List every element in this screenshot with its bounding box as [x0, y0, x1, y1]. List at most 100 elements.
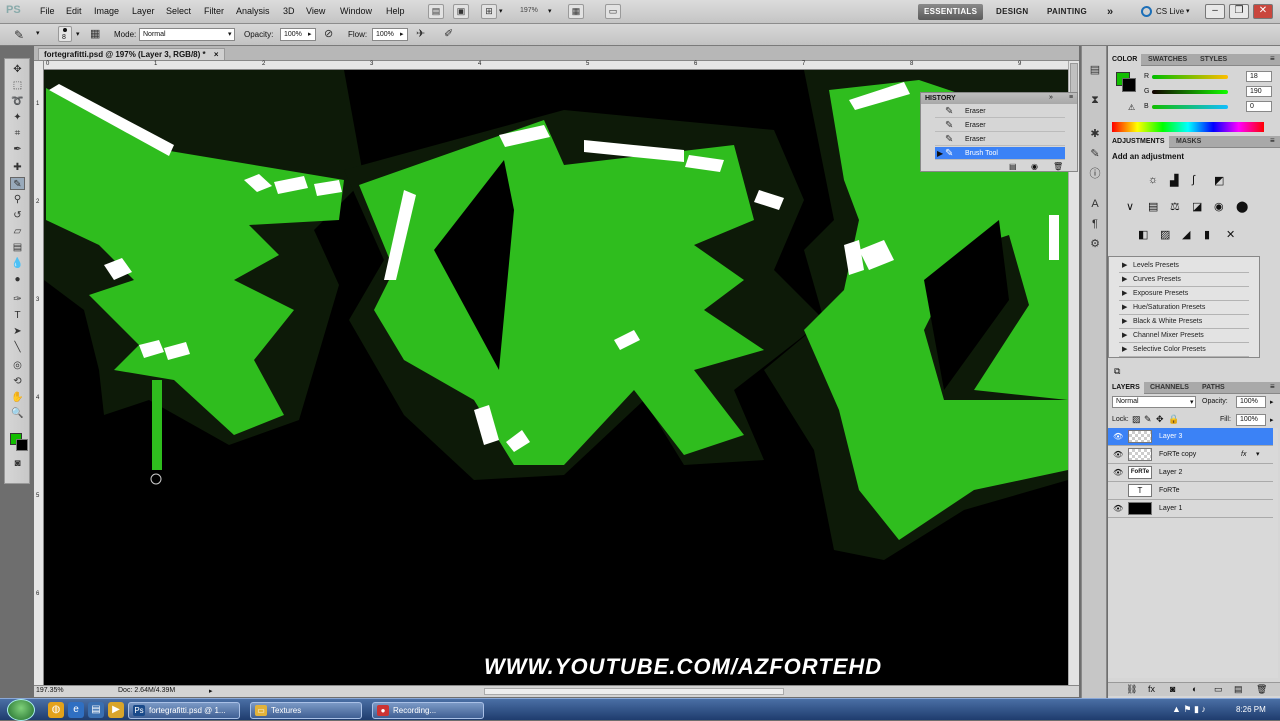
brightness-contrast-icon[interactable]: ☼ [1148, 174, 1158, 186]
arrange-documents-icon[interactable]: ▦ [568, 4, 584, 19]
brush-panel-icon[interactable]: ▦ [90, 27, 100, 40]
curves-icon[interactable]: ∫ [1192, 174, 1195, 186]
layer-name[interactable]: FoRTe [1159, 482, 1180, 500]
tablet-size-icon[interactable]: ✐ [444, 27, 453, 40]
history-icon[interactable]: ⧗ [1087, 92, 1103, 108]
marquee-tool-icon[interactable]: ⬚ [10, 79, 25, 92]
new-adjustment-layer-icon[interactable]: ◐ [1192, 684, 1197, 694]
layer-effects-icon[interactable]: fx [1241, 446, 1246, 464]
menu-analysis[interactable]: Analysis [236, 6, 270, 16]
tab-paths[interactable]: PATHS [1198, 382, 1229, 394]
hue-saturation-icon[interactable]: ▤ [1148, 200, 1158, 213]
lock-pixels-icon[interactable]: ✎ [1144, 414, 1152, 425]
task-photoshop[interactable]: Ps fortegrafitti.psd @ 1... [128, 702, 240, 719]
quick-selection-tool-icon[interactable]: ✦ [10, 111, 25, 124]
menu-filter[interactable]: Filter [204, 6, 224, 16]
workspace-essentials[interactable]: ESSENTIALS [918, 4, 984, 20]
eraser-tool-icon[interactable]: ▱ [10, 225, 25, 238]
screen-mode-icon[interactable]: ▭ [605, 4, 621, 19]
visibility-eye-icon[interactable]: 👁 [1113, 464, 1123, 482]
preset-item[interactable]: ▶ Exposure Presets [1119, 287, 1249, 301]
tool-preset-chevron-icon[interactable]: ▾ [36, 29, 40, 37]
lock-position-icon[interactable]: ✥ [1156, 414, 1164, 425]
history-item[interactable]: ✎ Eraser [935, 119, 1065, 132]
layer-row[interactable]: 👁 Layer 1 [1108, 500, 1273, 518]
status-menu-icon[interactable]: ▸ [209, 687, 213, 695]
new-layer-icon[interactable]: ▤ [1234, 684, 1243, 695]
add-mask-icon[interactable]: ◙ [1170, 684, 1175, 694]
tab-swatches[interactable]: SWATCHES [1144, 54, 1191, 66]
ie-icon[interactable]: e [68, 702, 84, 718]
info-icon[interactable]: ⓘ [1087, 166, 1103, 182]
zoom-chevron-icon[interactable]: ▾ [548, 7, 552, 15]
zoom-tool-icon[interactable]: 🔍 [10, 407, 25, 420]
cs-live-icon[interactable] [1141, 6, 1152, 17]
flow-chevron-icon[interactable]: ▸ [400, 30, 404, 38]
menu-layer[interactable]: Layer [132, 6, 155, 16]
panel-menu-icon[interactable]: ≡ [1069, 94, 1073, 101]
character-icon[interactable]: A [1087, 196, 1103, 212]
threshold-icon[interactable]: ◢ [1182, 228, 1190, 241]
view-extras-icon[interactable]: ⊞ [481, 4, 497, 19]
document-tab[interactable]: fortegrafitti.psd @ 197% (Layer 3, RGB/8… [38, 48, 225, 60]
layer-name[interactable]: Layer 2 [1159, 464, 1182, 482]
history-item[interactable]: ✎ Eraser [935, 133, 1065, 146]
explorer-icon[interactable]: ▤ [88, 702, 104, 718]
3d-rotate-tool-icon[interactable]: ◎ [10, 359, 25, 372]
link-layers-icon[interactable]: ⛓ [1126, 684, 1137, 695]
menu-file[interactable]: File [40, 6, 55, 16]
r-value[interactable]: 18 [1246, 71, 1272, 82]
move-tool-icon[interactable]: ✥ [10, 63, 25, 76]
blend-mode-chevron-icon[interactable]: ▾ [1190, 398, 1194, 406]
tab-color[interactable]: COLOR [1108, 54, 1142, 66]
black-white-icon[interactable]: ◪ [1192, 200, 1202, 213]
collapse-icon[interactable]: » [1049, 94, 1053, 101]
blend-mode-select[interactable]: Normal [1112, 396, 1196, 408]
levels-icon[interactable]: ▟ [1170, 174, 1178, 187]
posterize-icon[interactable]: ▨ [1160, 228, 1170, 241]
mode-select[interactable]: Normal [139, 28, 235, 41]
preset-item[interactable]: ▶ Black & White Presets [1119, 315, 1249, 329]
layer-name[interactable]: FoRTe copy [1159, 446, 1196, 464]
visibility-eye-icon[interactable]: 👁 [1113, 428, 1123, 446]
g-value[interactable]: 190 [1246, 86, 1272, 97]
path-selection-tool-icon[interactable]: ➤ [10, 325, 25, 338]
actions-icon[interactable]: ✱ [1087, 126, 1103, 142]
layer-opacity-field[interactable]: 100% [1236, 396, 1266, 408]
preset-item[interactable]: ▶ Curves Presets [1119, 273, 1249, 287]
restore-button[interactable]: ❐ [1229, 4, 1249, 19]
task-textures[interactable]: ▭ Textures [250, 702, 362, 719]
history-brush-tool-icon[interactable]: ↺ [10, 209, 25, 222]
menu-select[interactable]: Select [166, 6, 191, 16]
color-panel-menu-icon[interactable]: ≡ [1270, 54, 1275, 63]
cs-live-chevron-icon[interactable]: ▾ [1186, 7, 1190, 15]
preset-item[interactable]: ▶ Channel Mixer Presets [1119, 329, 1249, 343]
g-slider[interactable] [1152, 90, 1228, 94]
pen-tool-icon[interactable]: ✑ [10, 293, 25, 306]
adjustments-panel-menu-icon[interactable]: ≡ [1270, 136, 1275, 145]
gradient-tool-icon[interactable]: ▤ [10, 241, 25, 254]
crop-tool-icon[interactable]: ⌗ [10, 127, 25, 140]
zoom-status[interactable]: 197.35% [36, 687, 64, 694]
preset-item[interactable]: ▶ Levels Presets [1119, 259, 1249, 273]
layer-row[interactable]: 👁 FoRTe copy fx ▾ [1108, 446, 1273, 464]
lock-all-icon[interactable]: 🔒 [1168, 414, 1179, 425]
menu-3d[interactable]: 3D [283, 6, 295, 16]
brush-presets-icon[interactable]: ✎ [1087, 146, 1103, 162]
close-document-icon[interactable]: × [214, 50, 219, 59]
minimize-button[interactable]: – [1205, 4, 1225, 19]
brush-size-chevron-icon[interactable]: ▾ [76, 30, 80, 38]
visibility-eye-hidden-icon[interactable]: 👁 [1113, 482, 1123, 500]
tab-layers[interactable]: LAYERS [1108, 382, 1144, 394]
menu-window[interactable]: Window [340, 6, 372, 16]
menu-edit[interactable]: Edit [66, 6, 82, 16]
airbrush-icon[interactable]: ✈ [416, 27, 425, 40]
clip-to-layer-icon[interactable]: ⧉ [1114, 366, 1120, 377]
tablet-opacity-icon[interactable]: ⊘ [324, 27, 333, 40]
menu-help[interactable]: Help [386, 6, 405, 16]
scroll-thumb[interactable] [1070, 63, 1078, 93]
delete-state-icon[interactable]: 🗑 [1053, 162, 1063, 171]
effects-chevron-icon[interactable]: ▾ [1256, 446, 1260, 464]
color-background-swatch[interactable] [1122, 78, 1136, 92]
exposure-icon[interactable]: ◩ [1214, 174, 1224, 187]
